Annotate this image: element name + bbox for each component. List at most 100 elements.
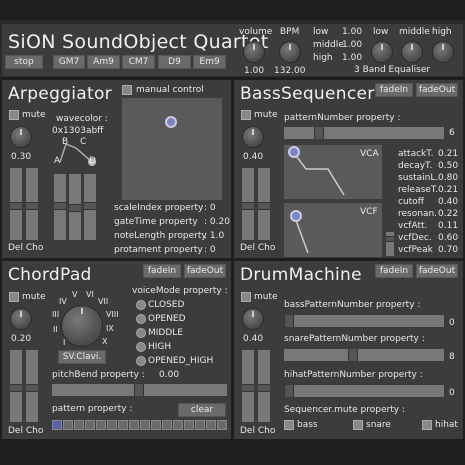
arp-chorus-slider[interactable] xyxy=(26,168,38,240)
chord-button-cm7[interactable]: CM7 xyxy=(122,55,155,69)
chord-button-d9[interactable]: D9 xyxy=(158,55,191,69)
adsr-label-a: A xyxy=(54,156,61,166)
chordpad-mute-checkbox[interactable] xyxy=(9,292,19,302)
bass-param-vcfpeak-value: 0.70 xyxy=(438,245,459,255)
manual-control-checkbox[interactable] xyxy=(122,85,132,95)
pitchbend-slider[interactable] xyxy=(52,384,227,396)
voicemode-radio-opened[interactable] xyxy=(136,314,146,324)
seq-mute-bass-checkbox[interactable] xyxy=(284,420,294,430)
pattern-step-cell[interactable] xyxy=(173,420,183,430)
chord-degree-knob[interactable] xyxy=(61,305,103,347)
hihat-pattern-number-slider[interactable] xyxy=(284,385,444,397)
arp-slider-b[interactable] xyxy=(69,174,81,240)
eq-low-knob[interactable] xyxy=(371,41,393,63)
arp-delay-slider[interactable] xyxy=(10,168,22,240)
manual-control-cursor[interactable] xyxy=(165,116,177,128)
pattern-step-cell[interactable] xyxy=(63,420,73,430)
bpm-knob[interactable] xyxy=(279,41,301,63)
adsr-label-d: D xyxy=(89,156,96,166)
pattern-step-grid[interactable] xyxy=(52,420,228,432)
chord-button-em9[interactable]: Em9 xyxy=(193,55,226,69)
drum-delay-slider[interactable] xyxy=(242,350,254,422)
bass-fadein-button[interactable]: fadeIn xyxy=(375,83,413,97)
chordpad-delay-slider[interactable] xyxy=(10,350,22,422)
pattern-step-cell[interactable] xyxy=(162,420,172,430)
arp-prop-protament-name: protament property xyxy=(114,245,203,255)
seq-mute-hihat-checkbox[interactable] xyxy=(422,420,432,430)
pattern-step-cell[interactable] xyxy=(151,420,161,430)
drum-machine-title: DrumMachine xyxy=(240,265,362,285)
eq-high-knob[interactable] xyxy=(432,41,454,63)
pattern-step-cell[interactable] xyxy=(74,420,84,430)
wavecolor-label: wavecolor : xyxy=(56,114,108,124)
adsr-label-c: C xyxy=(80,137,87,147)
bass-mute-checkbox[interactable] xyxy=(241,110,251,120)
drum-fadein-button[interactable]: fadeIn xyxy=(375,264,413,278)
seq-mute-hihat-label: hihat xyxy=(435,420,458,430)
vcf-envelope-handle[interactable] xyxy=(290,210,302,222)
pattern-step-cell[interactable] xyxy=(118,420,128,430)
pattern-step-cell[interactable] xyxy=(96,420,106,430)
voicemode-radio-opened-high[interactable] xyxy=(136,356,146,366)
pattern-step-cell[interactable] xyxy=(107,420,117,430)
vcf-side-slider[interactable] xyxy=(386,232,394,256)
bass-chorus-slider[interactable] xyxy=(258,168,270,240)
chordpad-level-knob[interactable] xyxy=(10,308,32,330)
bass-fadeout-button[interactable]: fadeOut xyxy=(416,83,458,97)
manual-control-pad[interactable] xyxy=(122,98,222,200)
drum-fadeout-button[interactable]: fadeOut xyxy=(416,264,458,278)
chord-button-gm7[interactable]: GM7 xyxy=(53,55,85,69)
arp-level-knob[interactable] xyxy=(10,126,32,148)
chord-button-am9[interactable]: Am9 xyxy=(87,55,120,69)
bass-pattern-number-slider[interactable] xyxy=(284,315,444,327)
bass-param-sustain-name: sustainL. xyxy=(398,173,439,183)
voicemode-radio-middle[interactable] xyxy=(136,328,146,338)
arp-prop-scaleindex-name: scaleIndex property xyxy=(114,203,204,213)
pattern-step-cell[interactable] xyxy=(206,420,216,430)
drum-delcho-label: Del Cho xyxy=(240,426,276,436)
pattern-clear-button[interactable]: clear xyxy=(178,403,226,417)
pattern-step-cell[interactable] xyxy=(195,420,205,430)
eq-knob-label-middle: middle xyxy=(399,27,430,37)
bass-pattern-number-label: bassPatternNumber property : xyxy=(284,300,421,310)
voice-select-button[interactable]: SV.Clavi. xyxy=(58,350,106,364)
pattern-step-cell[interactable] xyxy=(85,420,95,430)
drum-level-knob[interactable] xyxy=(242,308,264,330)
arp-mute-label: mute xyxy=(22,110,46,120)
vca-label: VCA xyxy=(360,149,379,159)
voicemode-radio-closed[interactable] xyxy=(136,300,146,310)
chordpad-title: ChordPad xyxy=(8,265,92,285)
voicemode-label: voiceMode property : xyxy=(132,286,228,296)
chordpad-fadein-button[interactable]: fadeIn xyxy=(143,264,181,278)
pattern-step-cell[interactable] xyxy=(129,420,139,430)
bpm-label: BPM xyxy=(280,27,300,37)
pattern-step-cell[interactable] xyxy=(52,420,62,430)
bass-param-vcfatt-name: vcfAtt. xyxy=(398,221,428,231)
bass-pattern-slider[interactable] xyxy=(284,127,444,139)
arp-mute-checkbox[interactable] xyxy=(9,110,19,120)
pattern-step-cell[interactable] xyxy=(184,420,194,430)
seq-mute-snare-checkbox[interactable] xyxy=(353,420,363,430)
pattern-step-cell[interactable] xyxy=(217,420,227,430)
drum-chorus-slider[interactable] xyxy=(258,350,270,422)
stop-button[interactable]: stop xyxy=(5,55,43,69)
eq-middle-knob[interactable] xyxy=(401,41,423,63)
snare-pattern-number-slider[interactable] xyxy=(284,349,444,361)
pattern-step-cell[interactable] xyxy=(140,420,150,430)
chordpad-fadeout-button[interactable]: fadeOut xyxy=(184,264,226,278)
bass-param-decay-name: decayT. xyxy=(398,161,433,171)
bass-delay-slider[interactable] xyxy=(242,168,254,240)
voicemode-closed-label: CLOSED xyxy=(148,300,185,310)
hihat-pattern-number-value: 0 xyxy=(449,388,455,398)
chordpad-level-value: 0.20 xyxy=(11,334,32,344)
bass-level-knob[interactable] xyxy=(242,126,264,148)
chordpad-chorus-slider[interactable] xyxy=(26,350,38,422)
vca-envelope-handle[interactable] xyxy=(288,146,300,158)
eq-knob-label-low: low xyxy=(373,27,389,37)
arp-slider-a[interactable] xyxy=(54,174,66,240)
volume-knob[interactable] xyxy=(243,41,265,63)
drum-mute-checkbox[interactable] xyxy=(241,292,251,302)
arp-slider-c[interactable] xyxy=(84,174,96,240)
voicemode-opened-label: OPENED xyxy=(148,314,186,324)
voicemode-radio-high[interactable] xyxy=(136,342,146,352)
